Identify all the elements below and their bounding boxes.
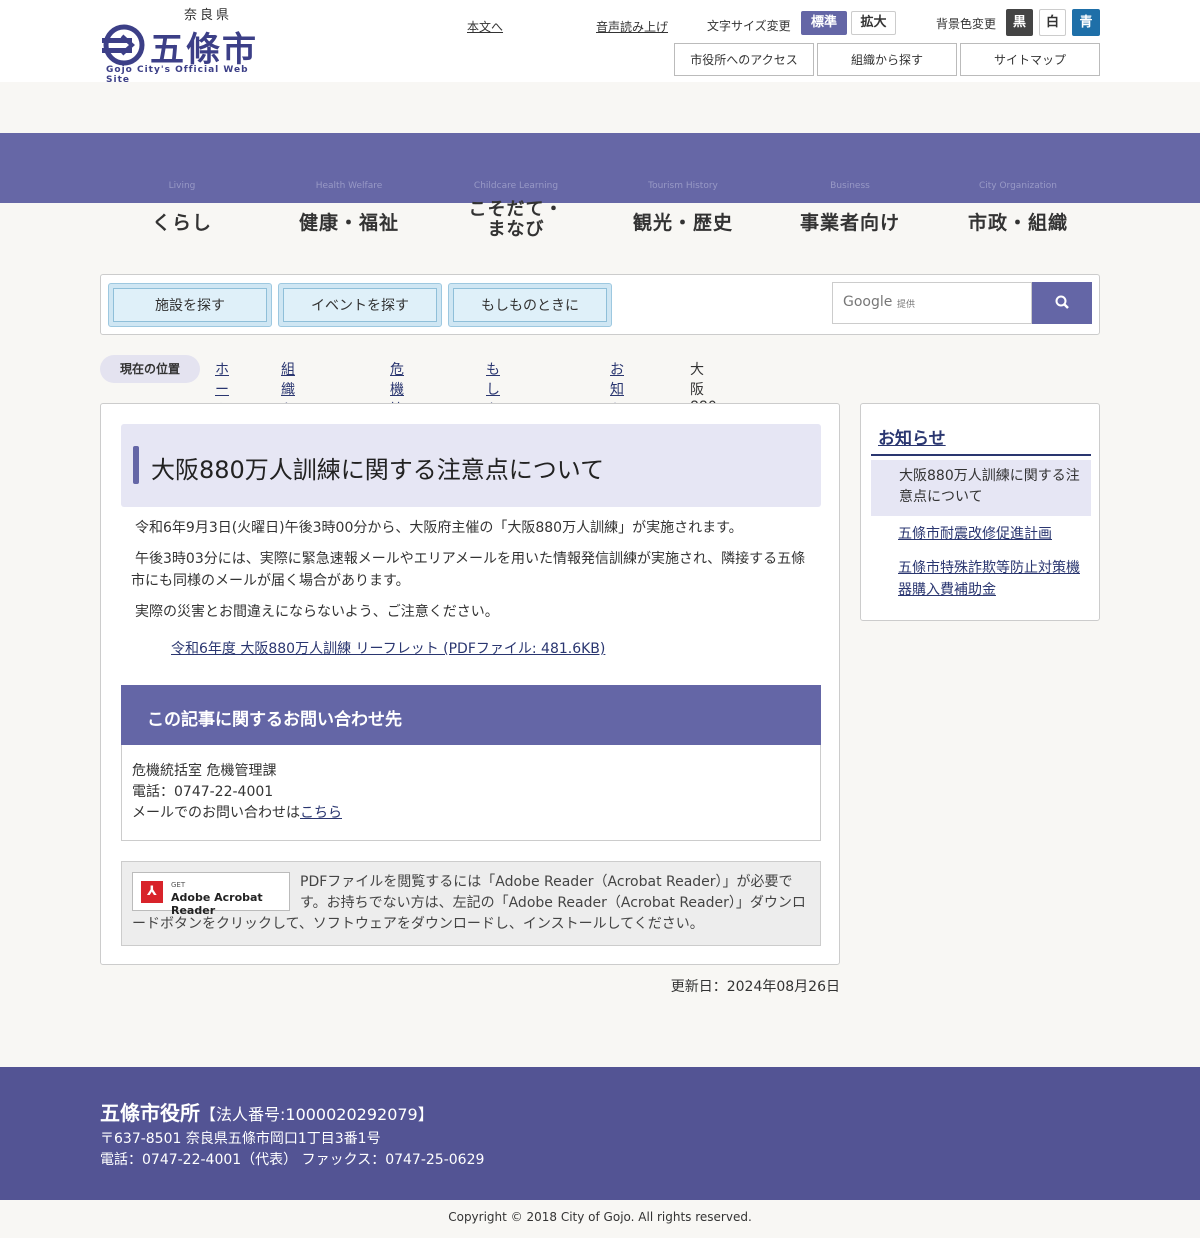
- font-standard-button[interactable]: 標準: [801, 11, 847, 35]
- google-label: Google: [843, 294, 893, 310]
- article-paragraph-1: 令和6年9月3日(火曜日)午後3時00分から、大阪府主催の「大阪880万人訓練」…: [135, 520, 743, 536]
- page-title-box: 大阪880万人訓練に関する注意点について: [121, 424, 821, 507]
- acrobat-icon: ⅄: [141, 881, 163, 903]
- voice-read-link[interactable]: 音声読み上げ: [596, 18, 668, 35]
- emergency-label: もしものときに: [453, 288, 607, 322]
- gnav-jp-label: 観光・歴史: [632, 212, 733, 234]
- gnav-en-label: Business: [830, 181, 870, 191]
- breadcrumb-label: 現在の位置: [100, 355, 200, 383]
- font-large-button[interactable]: 拡大: [851, 11, 896, 35]
- gnav-en-label: Childcare Learning: [473, 181, 559, 191]
- gnav-childcare[interactable]: Childcare Learning こそだて・まなび: [436, 180, 596, 240]
- city-name: 五條市: [150, 30, 258, 70]
- footer: 五條市役所【法人番号:1000020292079】 〒637-8501 奈良県五…: [0, 1067, 1200, 1200]
- sidebar-link-fraud-subsidy[interactable]: 五條市特殊詐欺等防止対策機器購入費補助金: [898, 557, 1088, 601]
- gnav-jp-label: 事業者向け: [799, 212, 900, 234]
- contact-dept: 危機統括室 危機管理課: [132, 763, 277, 779]
- bg-black-button[interactable]: 黒: [1006, 9, 1033, 36]
- gnav-jp-label: 市政・組織: [967, 212, 1068, 234]
- footer-address-block: 〒637-8501 奈良県五條市岡口1丁目3番1号 電話：0747-22-400…: [100, 1129, 484, 1171]
- title-accent-bar: [133, 446, 139, 484]
- gnav-jp-label: くらし: [151, 212, 212, 234]
- city-mark-icon: [102, 24, 145, 66]
- copyright: Copyright © 2018 City of Gojo. All right…: [448, 1210, 752, 1224]
- contact-mail-link[interactable]: こちら: [300, 805, 342, 821]
- emergency-button[interactable]: もしものときに: [448, 283, 612, 327]
- facility-search-button[interactable]: 施設を探す: [108, 283, 272, 327]
- pdf-notice-box: PDFファイルを閲覧するには「Adobe Reader（Acrobat Read…: [121, 861, 821, 946]
- footer-corp-number: 【法人番号:1000020292079】: [200, 1105, 434, 1124]
- gnav-city-org[interactable]: City Organization 市政・組織: [938, 180, 1098, 235]
- article-paragraph-2: 午後3時03分には、実際に緊急速報メールやエリアメールを用いた情報発信訓練が実施…: [131, 551, 806, 589]
- adobe-get-label: GET: [171, 881, 186, 889]
- contact-title: この記事に関するお問い合わせ先: [147, 710, 402, 730]
- contact-mail-line: メールでのお問い合わせはこちら: [132, 803, 810, 824]
- gnav-tourism[interactable]: Tourism History 観光・歴史: [603, 180, 763, 235]
- footer-address: 〒637-8501 奈良県五條市岡口1丁目3番1号: [100, 1131, 381, 1147]
- prefecture-label: 奈良県: [184, 8, 233, 23]
- search-button[interactable]: [1032, 282, 1092, 324]
- footer-tel: 電話：0747-22-4001（代表） ファックス：0747-25-0629: [100, 1152, 485, 1168]
- gnav-jp-label: こそだて・まなび: [468, 199, 564, 240]
- gnav-health-welfare[interactable]: Health Welfare 健康・福祉: [269, 180, 429, 235]
- access-button[interactable]: 市役所へのアクセス: [674, 43, 814, 76]
- sidebar-current-item: 大阪880万人訓練に関する注意点について: [871, 460, 1091, 516]
- adobe-reader-button[interactable]: ⅄ GET Adobe Acrobat Reader: [132, 872, 290, 917]
- article-panel: 大阪880万人訓練に関する注意点について 令和6年9月3日(火曜日)午後3時00…: [100, 403, 840, 965]
- site-logo[interactable]: 奈良県 五條市 Gojo City's Official Web Site: [100, 4, 272, 85]
- pdf-leaflet-link[interactable]: 令和6年度 大阪880万人訓練 リーフレット (PDFファイル: 481.6KB…: [171, 638, 605, 658]
- article-paragraph-3: 実際の災害とお間違えにならないよう、ご注意ください。: [135, 604, 499, 620]
- provided-label: 提供: [897, 300, 916, 310]
- org-search-button[interactable]: 組織から探す: [817, 43, 957, 76]
- bg-color-label: 背景色変更: [936, 17, 997, 31]
- gnav-en-label: Tourism History: [648, 181, 718, 191]
- contact-header: この記事に関するお問い合わせ先: [121, 685, 821, 745]
- sidebar-title[interactable]: お知らせ: [878, 424, 946, 449]
- page-title: 大阪880万人訓練に関する注意点について: [151, 456, 605, 484]
- skip-to-content-link[interactable]: 本文へ: [467, 18, 503, 35]
- adobe-name-label: Adobe Acrobat Reader: [171, 891, 263, 917]
- sidebar-divider: [871, 454, 1091, 456]
- gnav-jp-label: 健康・福祉: [298, 212, 399, 234]
- site-tagline: Gojo City's Official Web Site: [106, 65, 249, 85]
- search-icon: [1055, 295, 1069, 309]
- sidebar: お知らせ 大阪880万人訓練に関する注意点について 五條市耐震改修促進計画 五條…: [860, 403, 1100, 621]
- contact-body: 危機統括室 危機管理課 電話：0747-22-4001 メールでのお問い合わせは…: [121, 745, 821, 841]
- bg-blue-button[interactable]: 青: [1072, 9, 1100, 36]
- event-search-label: イベントを探す: [283, 288, 437, 322]
- footer-name: 五條市役所: [100, 1101, 200, 1125]
- footer-name-line: 五條市役所【法人番号:1000020292079】: [100, 1097, 434, 1126]
- event-search-button[interactable]: イベントを探す: [278, 283, 442, 327]
- facility-search-label: 施設を探す: [113, 288, 267, 322]
- updated-date: 更新日：2024年08月26日: [670, 979, 840, 995]
- sitemap-button[interactable]: サイトマップ: [960, 43, 1100, 76]
- contact-tel: 電話：0747-22-4001: [132, 784, 274, 800]
- font-size-label: 文字サイズ変更: [707, 19, 791, 33]
- sidebar-link-seismic[interactable]: 五條市耐震改修促進計画: [898, 523, 1088, 545]
- gnav-living[interactable]: Living くらし: [102, 180, 262, 235]
- search-panel: 施設を探す イベントを探す もしものときに Google 提供: [100, 274, 1100, 335]
- site-header: 奈良県 五條市 Gojo City's Official Web Site 本文…: [0, 0, 1200, 85]
- gnav-en-label: City Organization: [978, 181, 1058, 191]
- gnav-business[interactable]: Business 事業者向け: [770, 180, 930, 235]
- contact-mail-prefix: メールでのお問い合わせは: [132, 805, 300, 821]
- gnav-en-label: Living: [168, 181, 196, 191]
- search-input[interactable]: Google 提供: [832, 282, 1032, 324]
- gnav-en-label: Health Welfare: [315, 181, 383, 191]
- bg-white-button[interactable]: 白: [1039, 9, 1066, 36]
